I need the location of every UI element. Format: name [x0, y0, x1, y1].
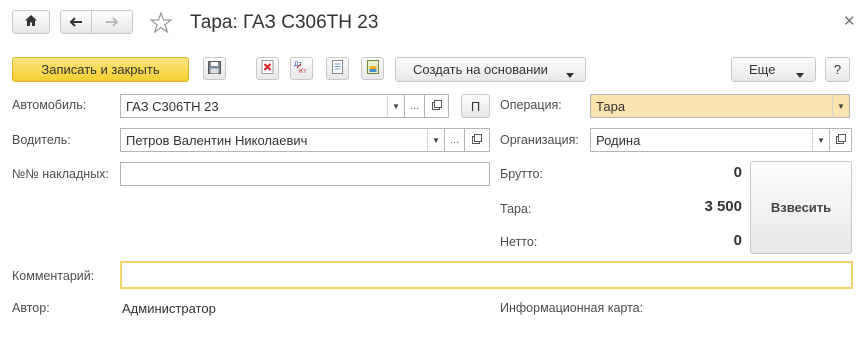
tare-value: 3 500 [704, 198, 742, 215]
chevron-down-icon: ▼ [392, 101, 400, 111]
gross-label: Брутто: [500, 167, 543, 181]
weigh-button[interactable]: Взвесить [750, 161, 852, 254]
open-icon [835, 133, 846, 147]
comment-field[interactable] [120, 261, 853, 289]
delete-button[interactable] [256, 57, 279, 80]
save-icon [208, 60, 221, 77]
gross-value: 0 [733, 164, 742, 181]
help-button[interactable]: ? [825, 57, 850, 82]
chevron-down-icon: ▼ [837, 101, 845, 111]
chevron-down-icon: ▼ [432, 135, 440, 145]
car-p-button[interactable]: П [461, 94, 490, 118]
register-movements-button[interactable]: Дт Кт [290, 57, 313, 80]
star-icon[interactable] [149, 11, 173, 36]
operation-label: Операция: [500, 98, 562, 112]
delete-icon [261, 60, 274, 77]
tare-label: Тара: [500, 202, 532, 216]
arrow-right-icon [105, 15, 119, 30]
save-button[interactable] [203, 57, 226, 80]
chevron-down-icon [566, 66, 574, 81]
infocard-label: Информационная карта: [500, 301, 644, 315]
more-label: Еще [749, 62, 776, 77]
forward-button[interactable] [91, 10, 133, 34]
car-label: Автомобиль: [12, 98, 87, 112]
document-button[interactable] [326, 57, 349, 80]
car-select-button[interactable]: … [405, 94, 425, 118]
open-icon [431, 99, 442, 113]
chevron-down-icon [796, 66, 804, 81]
organization-dropdown-button[interactable]: ▼ [812, 128, 830, 152]
driver-label: Водитель: [12, 133, 71, 147]
home-icon [24, 14, 38, 30]
invoices-label: №№ накладных: [12, 167, 109, 181]
net-label: Нетто: [500, 235, 538, 249]
operation-field[interactable]: Тара [590, 94, 833, 118]
more-button[interactable]: Еще [731, 57, 816, 82]
comment-label: Комментарий: [12, 269, 95, 283]
car-field[interactable]: ГАЗ С306ТН 23 [120, 94, 388, 118]
open-icon [472, 133, 482, 147]
organization-field[interactable]: Родина [590, 128, 813, 152]
organization-open-button[interactable] [830, 128, 852, 152]
report-icon [366, 60, 379, 77]
page-title: Тара: ГАЗ С306ТН 23 [190, 12, 379, 33]
document-icon [332, 60, 343, 77]
author-label: Автор: [12, 301, 50, 315]
register-movements-icon: Дт Кт [294, 60, 309, 77]
back-button[interactable] [60, 10, 92, 34]
arrow-left-icon [69, 15, 83, 30]
car-open-button[interactable] [425, 94, 449, 118]
driver-dropdown-button[interactable]: ▼ [427, 128, 445, 152]
home-button[interactable] [12, 10, 50, 34]
create-based-on-label: Создать на основании [413, 62, 548, 77]
organization-label: Организация: [500, 133, 579, 147]
author-value: Администратор [122, 301, 216, 316]
svg-text:Кт: Кт [299, 68, 307, 74]
report-button[interactable] [361, 57, 384, 80]
invoices-field[interactable] [120, 162, 490, 186]
car-dropdown-button[interactable]: ▼ [387, 94, 405, 118]
driver-open-button[interactable] [465, 128, 490, 152]
net-value: 0 [733, 232, 742, 249]
driver-field[interactable]: Петров Валентин Николаевич [120, 128, 428, 152]
create-based-on-button[interactable]: Создать на основании [395, 57, 586, 82]
operation-dropdown-button[interactable]: ▼ [832, 94, 850, 118]
driver-select-button[interactable]: … [445, 128, 465, 152]
chevron-down-icon: ▼ [817, 135, 825, 145]
save-and-close-button[interactable]: Записать и закрыть [12, 57, 189, 82]
close-icon[interactable]: ✕ [843, 12, 856, 30]
